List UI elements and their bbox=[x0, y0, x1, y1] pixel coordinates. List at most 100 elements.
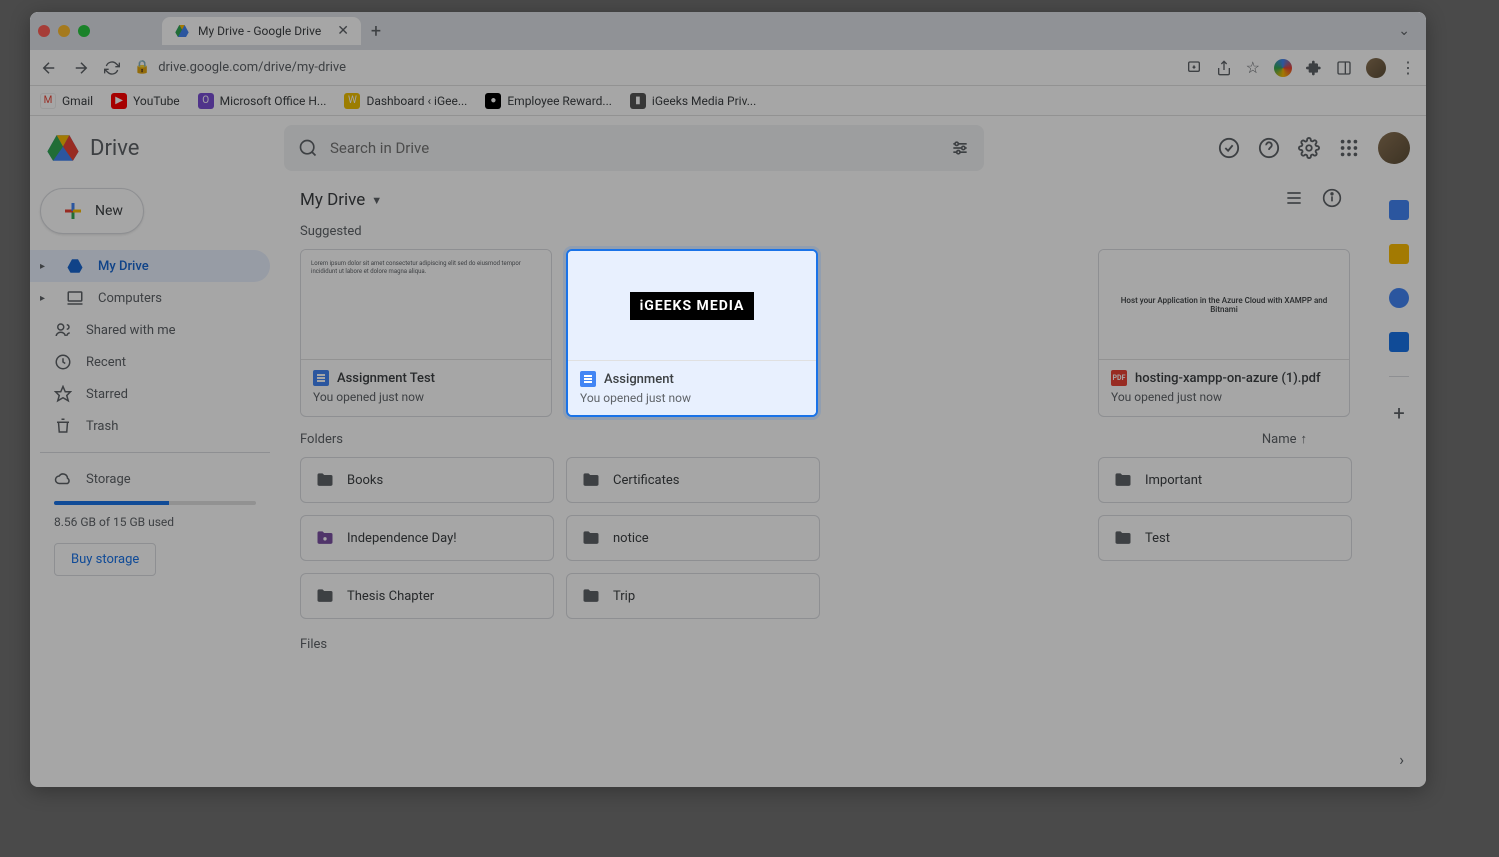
drive-logo-icon bbox=[46, 131, 80, 165]
share-icon[interactable] bbox=[1216, 60, 1232, 76]
forward-button[interactable] bbox=[72, 59, 90, 77]
cloud-icon bbox=[54, 470, 72, 488]
name-sort-button[interactable]: Name ↑ bbox=[1262, 431, 1307, 447]
search-options-icon[interactable] bbox=[950, 138, 970, 158]
computer-icon bbox=[66, 289, 84, 307]
nav-my-drive[interactable]: ▸My Drive bbox=[30, 250, 270, 282]
window-controls bbox=[38, 25, 90, 37]
offline-ready-icon[interactable] bbox=[1218, 137, 1240, 159]
new-tab-button[interactable]: + bbox=[371, 21, 381, 42]
nav-recent[interactable]: Recent bbox=[30, 346, 270, 378]
profile-avatar[interactable] bbox=[1366, 58, 1386, 78]
minimize-window[interactable] bbox=[58, 25, 70, 37]
calendar-app-icon[interactable] bbox=[1389, 200, 1409, 220]
close-tab-icon[interactable]: ✕ bbox=[337, 23, 349, 39]
list-view-icon[interactable] bbox=[1284, 188, 1304, 208]
add-app-icon[interactable]: + bbox=[1393, 401, 1404, 425]
tasks-app-icon[interactable] bbox=[1389, 288, 1409, 308]
tab-title: My Drive - Google Drive bbox=[198, 24, 321, 38]
side-panel-icon[interactable] bbox=[1336, 60, 1352, 76]
tab-bar: My Drive - Google Drive ✕ + ⌄ bbox=[30, 12, 1426, 50]
docs-icon bbox=[580, 371, 596, 387]
lock-icon: 🔒 bbox=[134, 60, 150, 75]
tab-overflow-icon[interactable]: ⌄ bbox=[1398, 23, 1418, 39]
search-box[interactable] bbox=[284, 125, 984, 171]
nav-storage[interactable]: Storage bbox=[30, 463, 270, 495]
folder-icon bbox=[581, 470, 601, 490]
bookmark-dashboard[interactable]: WDashboard ‹ iGee... bbox=[344, 93, 467, 109]
back-button[interactable] bbox=[40, 59, 58, 77]
files-label: Files bbox=[300, 637, 1352, 652]
sync-icon[interactable] bbox=[1274, 59, 1292, 77]
bookmark-office[interactable]: OMicrosoft Office H... bbox=[198, 93, 327, 109]
star-icon bbox=[54, 385, 72, 403]
suggested-label: Suggested bbox=[300, 224, 1352, 239]
contacts-app-icon[interactable] bbox=[1389, 332, 1409, 352]
collapse-side-panel-icon[interactable]: › bbox=[1399, 750, 1404, 769]
reload-button[interactable] bbox=[104, 60, 120, 76]
trash-icon bbox=[54, 417, 72, 435]
url-text: drive.google.com/drive/my-drive bbox=[158, 60, 346, 75]
chevron-down-icon: ▼ bbox=[371, 194, 382, 207]
folder-item[interactable]: Important bbox=[1098, 457, 1352, 503]
drive-logo[interactable]: Drive bbox=[46, 131, 276, 165]
buy-storage-button[interactable]: Buy storage bbox=[54, 543, 156, 576]
folder-item[interactable]: Certificates bbox=[566, 457, 820, 503]
suggested-card[interactable]: Host your Application in the Azure Cloud… bbox=[1098, 249, 1350, 417]
suggested-card[interactable]: Lorem ipsum dolor sit amet consectetur a… bbox=[300, 249, 552, 417]
keep-app-icon[interactable] bbox=[1389, 244, 1409, 264]
folder-icon bbox=[581, 586, 601, 606]
suggested-card-selected[interactable]: iGEEKS MEDIA AssignmentYou opened just n… bbox=[566, 249, 818, 417]
caret-icon: ▸ bbox=[40, 293, 52, 304]
nav-starred[interactable]: Starred bbox=[30, 378, 270, 410]
folder-icon bbox=[1113, 528, 1133, 548]
settings-icon[interactable] bbox=[1298, 137, 1320, 159]
sidebar: New ▸My Drive ▸Computers Shared with me … bbox=[30, 180, 280, 787]
card-thumbnail: Lorem ipsum dolor sit amet consectetur a… bbox=[301, 250, 551, 360]
card-thumbnail: Host your Application in the Azure Cloud… bbox=[1099, 250, 1349, 360]
main-content: My Drive▼ Suggested Lorem ipsum dolor si… bbox=[280, 180, 1372, 787]
nav-computers[interactable]: ▸Computers bbox=[30, 282, 270, 314]
pdf-icon: PDF bbox=[1111, 370, 1127, 386]
bookmark-youtube[interactable]: ▶YouTube bbox=[111, 93, 180, 109]
address-bar[interactable]: 🔒 drive.google.com/drive/my-drive bbox=[134, 60, 1172, 75]
folder-item[interactable]: Trip bbox=[566, 573, 820, 619]
info-icon[interactable] bbox=[1322, 188, 1342, 208]
drive-favicon-icon bbox=[174, 23, 190, 39]
folders-label: Folders bbox=[300, 432, 343, 447]
storage-text: 8.56 GB of 15 GB used bbox=[40, 511, 270, 533]
menu-icon[interactable]: ⋮ bbox=[1400, 58, 1416, 77]
browser-tab[interactable]: My Drive - Google Drive ✕ bbox=[162, 17, 361, 45]
bookmark-star-icon[interactable]: ☆ bbox=[1246, 58, 1260, 77]
folder-icon bbox=[581, 528, 601, 548]
storage-bar bbox=[54, 501, 256, 505]
search-input[interactable] bbox=[330, 139, 938, 157]
docs-icon bbox=[313, 370, 329, 386]
caret-icon: ▸ bbox=[40, 261, 52, 272]
folder-item[interactable]: Thesis Chapter bbox=[300, 573, 554, 619]
folder-icon bbox=[315, 586, 335, 606]
maximize-window[interactable] bbox=[78, 25, 90, 37]
bookmark-gmail[interactable]: MGmail bbox=[40, 93, 93, 109]
help-icon[interactable] bbox=[1258, 137, 1280, 159]
bookmark-employee[interactable]: ●Employee Reward... bbox=[485, 93, 612, 109]
new-button[interactable]: New bbox=[40, 188, 144, 234]
nav-trash[interactable]: Trash bbox=[30, 410, 270, 442]
folder-icon bbox=[315, 470, 335, 490]
card-thumbnail: iGEEKS MEDIA bbox=[568, 251, 816, 361]
bookmark-igeeks[interactable]: ▮iGeeks Media Priv... bbox=[630, 93, 756, 109]
nav-shared[interactable]: Shared with me bbox=[30, 314, 270, 346]
side-apps-panel: + bbox=[1372, 180, 1426, 787]
close-window[interactable] bbox=[38, 25, 50, 37]
extensions-icon[interactable] bbox=[1306, 60, 1322, 76]
apps-grid-icon[interactable] bbox=[1338, 137, 1360, 159]
folder-item[interactable]: Test bbox=[1098, 515, 1352, 561]
folder-item[interactable]: Independence Day! bbox=[300, 515, 554, 561]
account-avatar[interactable] bbox=[1378, 132, 1410, 164]
folder-item[interactable]: notice bbox=[566, 515, 820, 561]
drive-header: Drive bbox=[30, 116, 1426, 180]
folder-item[interactable]: Books bbox=[300, 457, 554, 503]
search-icon bbox=[298, 138, 318, 158]
install-app-icon[interactable] bbox=[1186, 60, 1202, 76]
breadcrumb[interactable]: My Drive▼ bbox=[300, 190, 1352, 210]
